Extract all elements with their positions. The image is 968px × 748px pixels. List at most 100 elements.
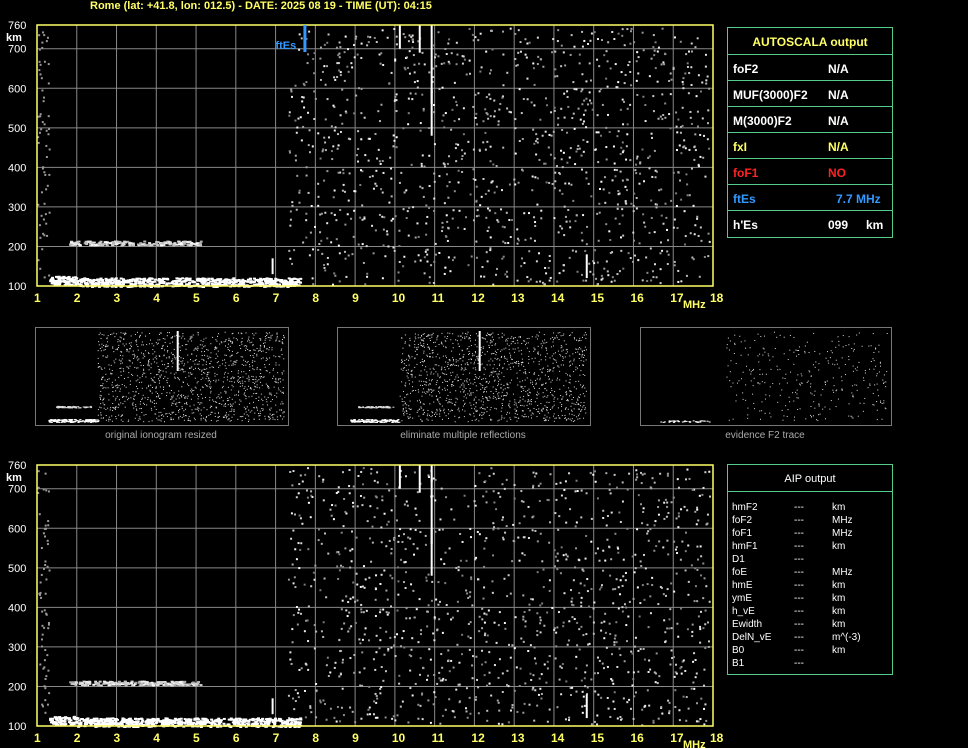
noise-dot (533, 216, 536, 219)
noise-dot (342, 183, 345, 186)
thumb-dot (142, 394, 144, 396)
noise-dot (594, 690, 597, 693)
es-multiple-point (167, 683, 171, 686)
noise-dot (548, 279, 551, 282)
es-trace-point (144, 721, 148, 724)
interference-line (418, 465, 421, 493)
noise-dot (630, 27, 633, 30)
noise-dot (697, 74, 700, 77)
noise-dot (667, 699, 670, 702)
noise-dot (45, 188, 48, 191)
thumb-dot (281, 401, 283, 403)
noise-dot (421, 692, 424, 695)
noise-dot (349, 706, 352, 709)
noise-dot (507, 241, 510, 244)
noise-dot (511, 644, 514, 647)
noise-dot (488, 651, 491, 654)
noise-dot (626, 701, 629, 704)
noise-dot (451, 259, 454, 262)
noise-dot (361, 638, 364, 641)
noise-dot (469, 527, 472, 530)
es-trace-point (62, 275, 66, 278)
es-trace-point (97, 719, 101, 722)
noise-dot (46, 234, 49, 237)
noise-dot (614, 634, 617, 637)
noise-dot (622, 234, 625, 237)
x-tick-label: 17 (670, 291, 684, 305)
noise-dot (319, 699, 322, 702)
thumb-dot (156, 396, 158, 398)
thumb-dot (161, 393, 163, 395)
noise-dot (339, 114, 342, 117)
noise-dot (402, 533, 405, 536)
es-multiple-point (124, 241, 128, 244)
noise-dot (340, 706, 343, 709)
es-trace-point (83, 277, 87, 280)
noise-dot (704, 703, 707, 706)
noise-dot (687, 707, 690, 710)
noise-dot (536, 141, 539, 144)
noise-dot (554, 657, 557, 660)
thumb-dot (205, 416, 207, 418)
noise-dot (591, 108, 594, 111)
noise-dot (453, 256, 456, 259)
noise-dot (703, 668, 706, 671)
noise-dot (359, 642, 362, 645)
noise-dot (345, 275, 348, 278)
thumb-dot (143, 369, 145, 371)
thumb-dot (106, 337, 108, 339)
noise-dot (465, 710, 468, 713)
noise-dot (416, 491, 419, 494)
noise-dot (431, 580, 434, 583)
noise-dot (487, 609, 490, 612)
thumb-dot (193, 368, 195, 370)
noise-dot (424, 543, 427, 546)
es-trace-point (224, 281, 228, 284)
noise-dot (582, 279, 585, 282)
noise-dot (490, 69, 493, 72)
thumb-dot (282, 343, 284, 345)
thumb-dot (245, 364, 247, 366)
thumbnail-original (35, 327, 289, 426)
noise-dot (696, 506, 699, 509)
noise-dot (399, 705, 402, 708)
noise-dot (655, 276, 658, 279)
x-tick-label: 2 (74, 731, 81, 745)
noise-dot (545, 681, 548, 684)
noise-dot (307, 548, 310, 551)
noise-dot (326, 222, 329, 225)
noise-dot (441, 714, 444, 717)
noise-dot (612, 682, 615, 685)
noise-dot (629, 103, 632, 106)
noise-dot (466, 716, 469, 719)
thumb-dot (147, 352, 149, 354)
y-tick-label: 700 (8, 484, 26, 496)
noise-dot (652, 110, 655, 113)
noise-dot (407, 721, 410, 724)
thumb-dot (191, 412, 193, 414)
noise-dot (343, 622, 346, 625)
noise-dot (472, 168, 475, 171)
noise-dot (631, 555, 634, 558)
noise-dot (415, 513, 418, 516)
noise-dot (673, 260, 676, 263)
interference-line (585, 254, 588, 279)
noise-dot (531, 598, 534, 601)
thumb-dot (115, 333, 117, 335)
noise-dot (359, 585, 362, 588)
noise-dot (375, 41, 378, 44)
noise-dot (584, 250, 587, 253)
noise-dot (637, 72, 640, 75)
noise-dot (641, 148, 644, 151)
noise-dot (289, 257, 292, 260)
thumb-dot (150, 367, 152, 369)
thumb-dot (282, 339, 283, 341)
noise-dot (307, 53, 310, 56)
noise-dot (289, 151, 292, 154)
thumb-dot (260, 345, 262, 347)
noise-dot (424, 250, 427, 253)
noise-dot (557, 528, 560, 531)
noise-dot (402, 265, 405, 268)
noise-dot (427, 474, 430, 477)
noise-dot (691, 488, 694, 491)
